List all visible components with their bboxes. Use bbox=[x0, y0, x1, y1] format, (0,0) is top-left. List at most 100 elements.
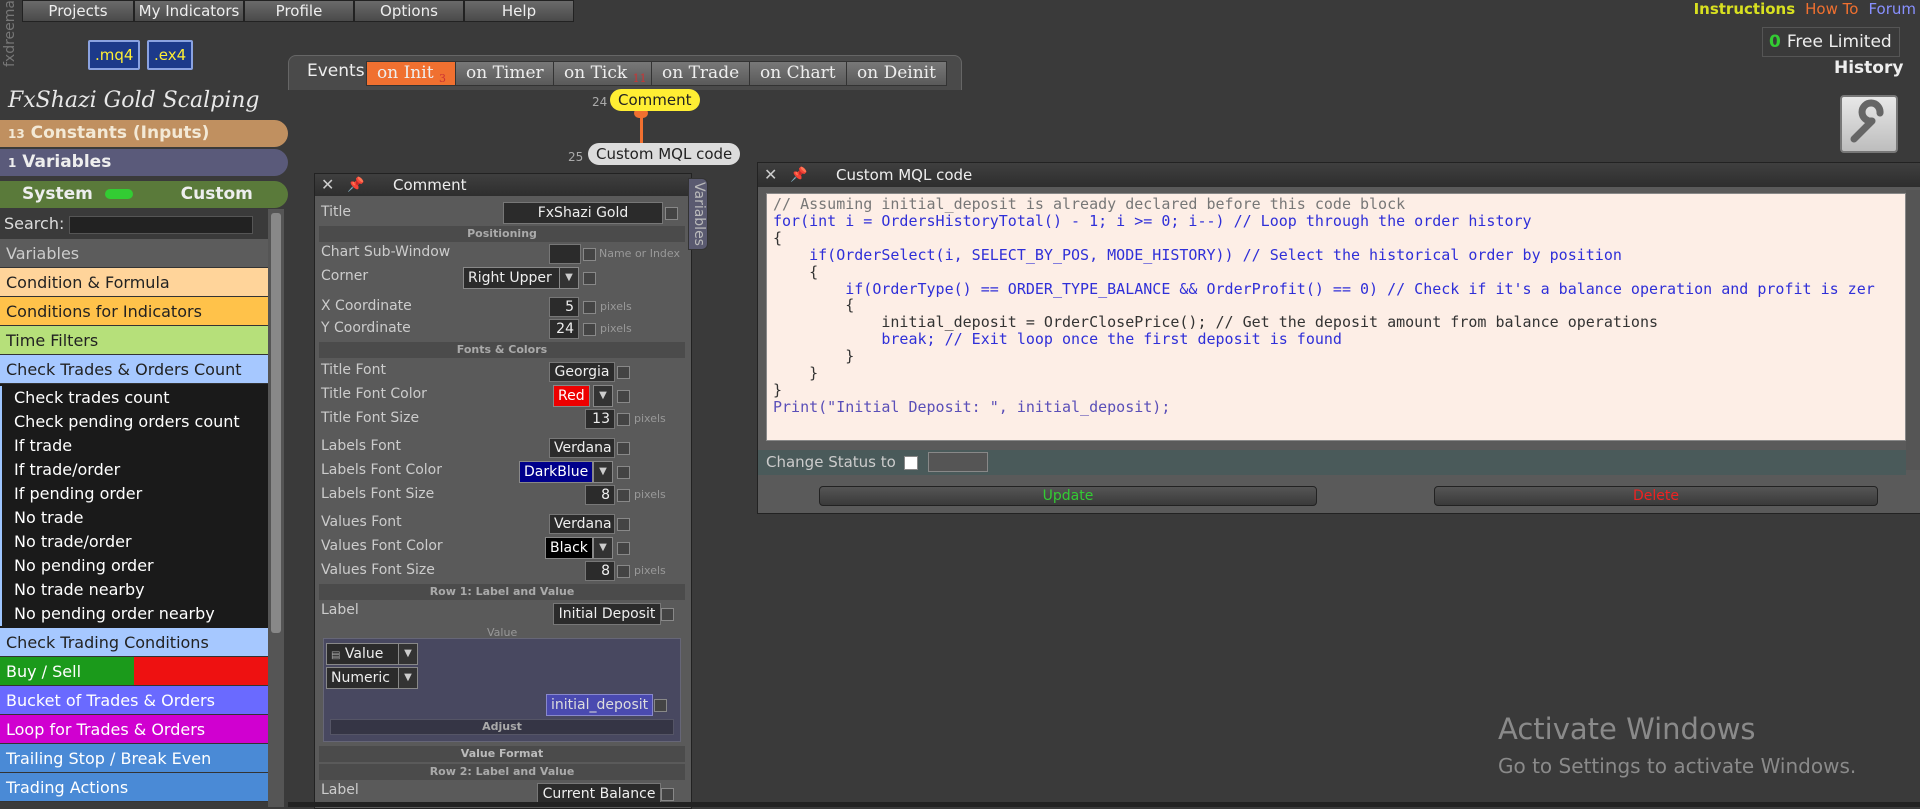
sidebar-item-variables[interactable]: Variables bbox=[0, 239, 268, 268]
list-item[interactable]: If pending order bbox=[0, 482, 268, 506]
sidebar-item-check-trades[interactable]: Check Trades & Orders Count bbox=[0, 355, 268, 384]
corner-checkbox[interactable] bbox=[583, 272, 596, 285]
node-custom-mql[interactable]: Custom MQL code bbox=[588, 143, 741, 165]
row1-label-checkbox[interactable] bbox=[661, 608, 674, 621]
values-color-dropdown-icon[interactable]: ▼ bbox=[593, 537, 613, 559]
instructions-link[interactable]: Instructions bbox=[1694, 0, 1796, 18]
sidebar-item-buy-sell[interactable]: Buy / Sell bbox=[0, 657, 268, 686]
update-button[interactable]: Update bbox=[819, 486, 1317, 506]
title-color-select[interactable]: Red bbox=[553, 385, 590, 407]
wrench-tool-icon[interactable] bbox=[1840, 95, 1898, 153]
list-item[interactable]: No trade nearby bbox=[0, 578, 268, 602]
title-font-checkbox[interactable] bbox=[617, 366, 630, 379]
close-icon[interactable]: ✕ bbox=[764, 163, 777, 187]
tab-on-timer[interactable]: on Timer bbox=[455, 61, 555, 86]
tab-on-tick[interactable]: on Tick 11 bbox=[553, 61, 658, 86]
close-icon[interactable]: ✕ bbox=[321, 174, 334, 196]
x-field[interactable]: 5 bbox=[549, 297, 579, 317]
sidebar-item-bucket[interactable]: Bucket of Trades & Orders bbox=[0, 686, 268, 715]
y-field[interactable]: 24 bbox=[549, 319, 579, 339]
labels-font-checkbox[interactable] bbox=[617, 442, 630, 455]
values-size-checkbox[interactable] bbox=[617, 565, 630, 578]
values-color-select[interactable]: Black bbox=[545, 537, 593, 559]
free-limited-badge[interactable]: 0 Free Limited bbox=[1762, 27, 1900, 57]
value-type-select[interactable]: ▤ Value bbox=[326, 643, 400, 665]
list-item[interactable]: If trade/order bbox=[0, 458, 268, 482]
node-comment[interactable]: Comment bbox=[610, 89, 700, 111]
forum-link[interactable]: Forum bbox=[1868, 0, 1916, 18]
title-color-dropdown-icon[interactable]: ▼ bbox=[593, 385, 613, 407]
sidebar-item-loop[interactable]: Loop for Trades & Orders bbox=[0, 715, 268, 744]
status-select[interactable] bbox=[928, 452, 988, 472]
list-item[interactable]: Check trades count bbox=[0, 386, 268, 410]
labels-color-select[interactable]: DarkBlue bbox=[519, 461, 594, 483]
pin-icon[interactable]: 📌 bbox=[347, 174, 364, 196]
mql-code-editor[interactable]: // Assuming initial_deposit is already d… bbox=[766, 193, 1906, 441]
labels-font-field[interactable]: Verdana bbox=[549, 438, 615, 458]
howto-link[interactable]: How To bbox=[1805, 0, 1858, 18]
menu-profile[interactable]: Profile bbox=[244, 0, 354, 22]
mql-scrollbar[interactable] bbox=[1906, 190, 1920, 470]
sidebar-item-time-filters[interactable]: Time Filters bbox=[0, 326, 268, 355]
sidebar-item-condition-formula[interactable]: Condition & Formula bbox=[0, 268, 268, 297]
system-toggle[interactable] bbox=[104, 189, 133, 199]
labels-color-checkbox[interactable] bbox=[617, 466, 630, 479]
tab-on-init[interactable]: on Init 3 bbox=[366, 61, 457, 86]
pin-icon[interactable]: 📌 bbox=[790, 163, 807, 187]
title-field[interactable]: FxShazi Gold Scalping bbox=[503, 202, 663, 241]
values-size-field[interactable]: 8 bbox=[585, 561, 615, 581]
values-color-checkbox[interactable] bbox=[617, 542, 630, 555]
sidebar-item-trading-actions[interactable]: Trading Actions bbox=[0, 773, 268, 802]
menu-projects[interactable]: Projects bbox=[22, 0, 134, 22]
sidebar-item-check-trading-conditions[interactable]: Check Trading Conditions bbox=[0, 628, 268, 657]
y-checkbox[interactable] bbox=[583, 323, 596, 336]
subwindow-field[interactable] bbox=[549, 244, 581, 264]
tab-on-chart[interactable]: on Chart bbox=[749, 61, 847, 86]
labels-color-dropdown-icon[interactable]: ▼ bbox=[593, 461, 613, 483]
subwindow-checkbox[interactable] bbox=[583, 248, 596, 261]
delete-button[interactable]: Delete bbox=[1434, 486, 1878, 506]
menu-my-indicators[interactable]: My Indicators bbox=[134, 0, 244, 22]
variables-side-tab[interactable]: Variables bbox=[688, 178, 708, 250]
variables-pill[interactable]: 1 Variables bbox=[0, 149, 288, 176]
labels-size-field[interactable]: 8 bbox=[585, 485, 615, 505]
title-size-checkbox[interactable] bbox=[617, 413, 630, 426]
title-size-field[interactable]: 13 bbox=[585, 409, 615, 429]
title-font-field[interactable]: Georgia bbox=[549, 362, 615, 382]
list-item[interactable]: No trade/order bbox=[0, 530, 268, 554]
tab-on-trade[interactable]: on Trade bbox=[651, 61, 751, 86]
adjust-button[interactable]: Adjust bbox=[330, 719, 674, 735]
download-mq4-button[interactable]: .mq4 bbox=[88, 40, 141, 70]
sidebar-scrollbar[interactable] bbox=[268, 209, 284, 807]
list-item[interactable]: Check pending orders count bbox=[0, 410, 268, 434]
list-item[interactable]: No trade bbox=[0, 506, 268, 530]
search-input[interactable] bbox=[69, 215, 254, 234]
download-ex4-button[interactable]: .ex4 bbox=[147, 40, 194, 70]
status-checkbox[interactable] bbox=[904, 456, 918, 470]
tab-on-deinit[interactable]: on Deinit bbox=[846, 61, 947, 86]
value-kind-dropdown-icon[interactable]: ▼ bbox=[398, 667, 418, 689]
list-item[interactable]: No pending order nearby bbox=[0, 602, 268, 626]
values-font-checkbox[interactable] bbox=[617, 518, 630, 531]
x-checkbox[interactable] bbox=[583, 301, 596, 314]
corner-dropdown-icon[interactable]: ▼ bbox=[559, 267, 579, 289]
title-color-checkbox[interactable] bbox=[617, 390, 630, 403]
title-checkbox[interactable] bbox=[665, 207, 678, 220]
menu-options[interactable]: Options bbox=[354, 0, 464, 22]
value-kind-select[interactable]: Numeric bbox=[326, 667, 400, 689]
value-variable-checkbox[interactable] bbox=[654, 699, 667, 712]
sidebar-item-trailing-stop[interactable]: Trailing Stop / Break Even bbox=[0, 744, 268, 773]
row2-label-checkbox[interactable] bbox=[661, 788, 674, 801]
list-item[interactable]: If trade bbox=[0, 434, 268, 458]
value-type-dropdown-icon[interactable]: ▼ bbox=[398, 643, 418, 665]
menu-help[interactable]: Help bbox=[464, 0, 574, 22]
labels-size-checkbox[interactable] bbox=[617, 489, 630, 502]
values-font-field[interactable]: Verdana bbox=[549, 514, 615, 534]
sidebar-item-conditions-indicators[interactable]: Conditions for Indicators bbox=[0, 297, 268, 326]
list-item[interactable]: No pending order bbox=[0, 554, 268, 578]
constants-inputs[interactable]: 13 Constants (Inputs) bbox=[0, 120, 288, 147]
row1-label-field[interactable]: Initial Deposit bbox=[553, 603, 661, 625]
value-variable-field[interactable]: initial_deposit bbox=[546, 694, 654, 716]
corner-select[interactable]: Right Upper bbox=[463, 267, 573, 289]
history-link[interactable]: History bbox=[1834, 58, 1903, 78]
